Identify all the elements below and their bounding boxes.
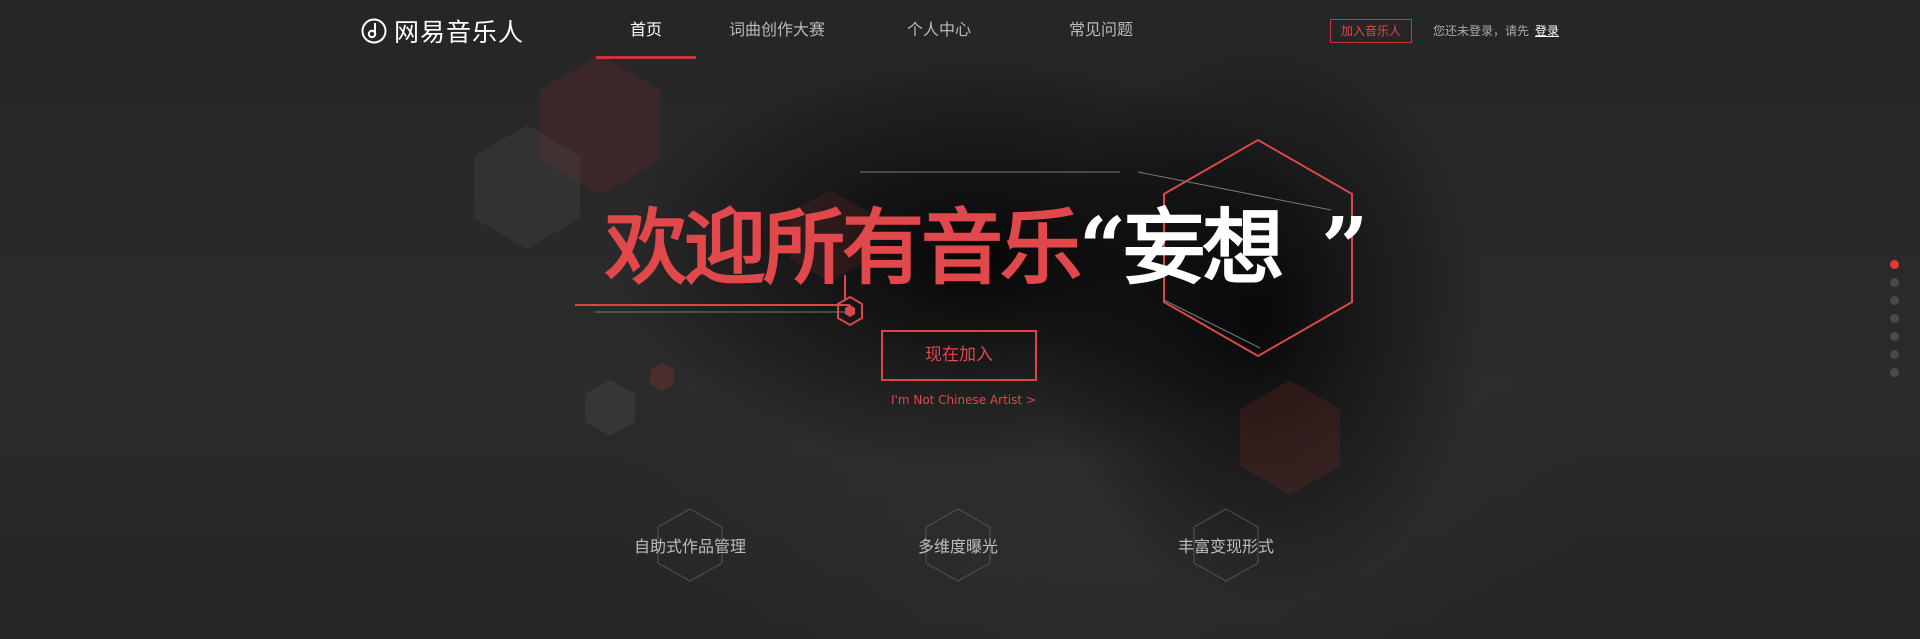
- features-row: 自助式作品管理 多维度曝光 丰富变现形式: [0, 505, 1920, 585]
- feature-rich-monetization: 丰富变现形式: [1126, 505, 1326, 585]
- nav-home[interactable]: 首页: [596, 0, 696, 60]
- hero-title: 欢迎所有音乐“妄想 ”: [605, 198, 1368, 298]
- music-note-logo-icon: [361, 18, 387, 44]
- hero-quote-open: “: [1079, 200, 1126, 296]
- join-now-button[interactable]: 现在加入: [881, 330, 1037, 381]
- slide-dot[interactable]: [1890, 368, 1899, 377]
- join-musician-button[interactable]: 加入音乐人: [1330, 19, 1412, 43]
- logo[interactable]: 网易音乐人: [360, 14, 524, 48]
- slide-dot[interactable]: [1890, 350, 1899, 359]
- feature-multi-dimensional-exposure: 多维度曝光: [858, 505, 1058, 585]
- nav-personal-center[interactable]: 个人中心: [858, 0, 1020, 60]
- slide-pagination: [1890, 260, 1902, 386]
- main-nav: 首页 词曲创作大赛 个人中心 常见问题: [596, 0, 1182, 60]
- logo-text: 网易音乐人: [394, 18, 525, 47]
- nav-songwriting-contest[interactable]: 词曲创作大赛: [696, 0, 858, 60]
- feature-label: 多维度曝光: [917, 537, 998, 556]
- feature-label: 丰富变现形式: [1177, 537, 1274, 556]
- login-link[interactable]: 登录: [1535, 22, 1559, 39]
- feature-self-service-management: 自助式作品管理: [590, 505, 790, 585]
- top-header: 网易音乐人 首页 词曲创作大赛 个人中心 常见问题 加入音乐人 您还未登录，请先…: [0, 0, 1920, 60]
- slide-dot[interactable]: [1890, 332, 1899, 341]
- slide-dot[interactable]: [1890, 278, 1899, 287]
- not-chinese-artist-link[interactable]: I'm Not Chinese Artist >: [891, 393, 1036, 407]
- nav-faq[interactable]: 常见问题: [1020, 0, 1182, 60]
- login-hint: 您还未登录，请先: [1433, 24, 1530, 38]
- slide-dot[interactable]: [1890, 260, 1899, 269]
- feature-label: 自助式作品管理: [633, 537, 746, 556]
- slide-dot[interactable]: [1890, 314, 1899, 323]
- hero-quote-close: ”: [1321, 200, 1368, 296]
- slide-dot[interactable]: [1890, 296, 1899, 305]
- hero-title-white: 妄想: [1123, 200, 1284, 296]
- hero-title-red: 欢迎所有音乐: [605, 200, 1082, 296]
